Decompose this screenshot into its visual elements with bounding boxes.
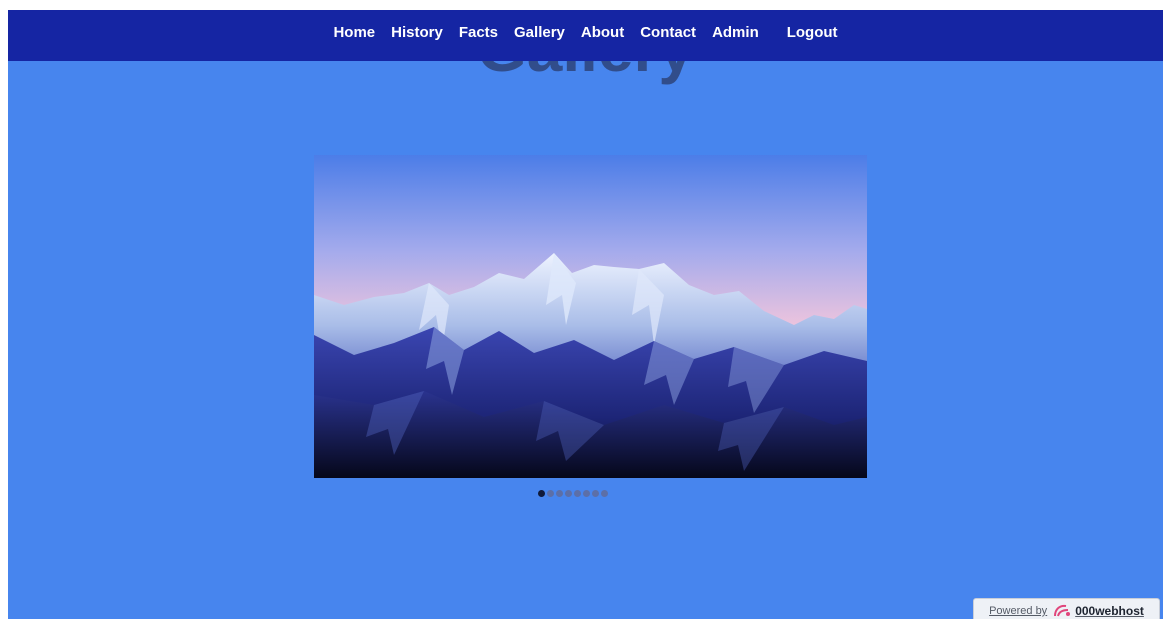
powered-by-brand: 000webhost: [1075, 604, 1144, 618]
slide-dot-7[interactable]: [592, 490, 599, 497]
mountain-slide-image: [314, 155, 867, 478]
nav-history-link[interactable]: History: [391, 24, 443, 41]
slide-dot-2[interactable]: [547, 490, 554, 497]
powered-by-badge[interactable]: Powered by 000webhost: [973, 598, 1160, 619]
nav-home-link[interactable]: Home: [333, 24, 375, 41]
slideshow-dots: [538, 490, 610, 497]
nav-about-link[interactable]: About: [581, 24, 624, 41]
000webhost-logo-icon: [1054, 604, 1071, 617]
slide-dot-4[interactable]: [565, 490, 572, 497]
slide-dot-8[interactable]: [601, 490, 608, 497]
slide-dot-6[interactable]: [583, 490, 590, 497]
main-nav: Home History Facts Gallery About Contact…: [8, 10, 1163, 55]
nav-admin-link[interactable]: Admin: [712, 24, 759, 41]
slide-dot-3[interactable]: [556, 490, 563, 497]
nav-contact-link[interactable]: Contact: [640, 24, 696, 41]
slide-dot-5[interactable]: [574, 490, 581, 497]
gallery-slideshow[interactable]: [314, 155, 867, 478]
slide-dot-1[interactable]: [538, 490, 545, 497]
nav-logout-link[interactable]: Logout: [787, 24, 838, 41]
page-viewport: Gallery Home History Facts Gallery About…: [8, 10, 1163, 619]
nav-gallery-link[interactable]: Gallery: [514, 24, 565, 41]
powered-by-label: Powered by: [989, 605, 1048, 617]
nav-facts-link[interactable]: Facts: [459, 24, 498, 41]
